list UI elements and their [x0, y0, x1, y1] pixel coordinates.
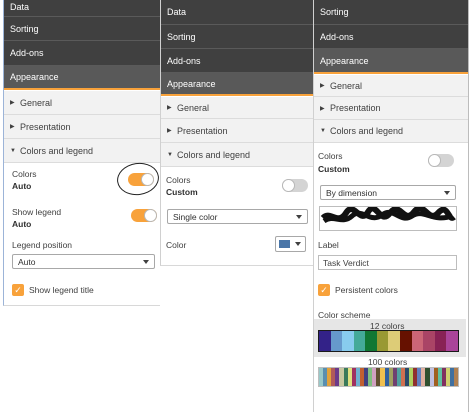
colors-auto-toggle[interactable]	[428, 154, 454, 167]
scheme-color-swatch	[446, 331, 458, 351]
scheme-color-swatch	[400, 331, 412, 351]
expand-arrow-icon: ▶	[320, 105, 325, 112]
dropdown-value: Single color	[173, 211, 218, 222]
tab-add-ons[interactable]: Add-ons	[314, 25, 468, 49]
persistent-colors-checkbox[interactable]: ✓	[318, 284, 330, 296]
tab-sorting[interactable]: Sorting	[314, 0, 468, 25]
collapse-arrow-icon: ▼	[320, 128, 326, 134]
color-picker-button[interactable]	[275, 236, 306, 252]
scheme-color-swatch	[319, 331, 331, 351]
persistent-colors-label: Persistent colors	[335, 285, 398, 295]
toggle-knob	[282, 179, 295, 192]
section-label: General	[20, 97, 53, 108]
section-label: Presentation	[20, 121, 71, 132]
properties-panel-auto: Data Sorting Add-ons Appearance ▶ Genera…	[3, 0, 160, 306]
tab-data[interactable]: Data	[161, 0, 314, 25]
show-legend-title-label: Show legend title	[29, 285, 94, 295]
toggle-knob	[428, 154, 441, 167]
color-mode-dropdown[interactable]: Single color	[167, 209, 308, 224]
colors-label: Colors	[12, 169, 37, 179]
expand-arrow-icon: ▶	[167, 105, 172, 111]
colors-auto-toggle[interactable]	[282, 179, 308, 192]
section-presentation[interactable]: ▶ Presentation	[4, 115, 160, 139]
show-legend-toggle[interactable]	[131, 209, 157, 222]
color-swatch	[279, 240, 290, 248]
section-label: Colors and legend	[330, 126, 404, 136]
scheme-color-stripe	[454, 368, 459, 386]
tab-appearance[interactable]: Appearance	[161, 73, 314, 96]
section-label: General	[330, 80, 363, 91]
dropdown-caret-icon	[444, 191, 450, 195]
section-general[interactable]: ▶ General	[161, 97, 314, 119]
color-label: Color	[166, 240, 187, 250]
tab-sorting[interactable]: Sorting	[4, 17, 160, 41]
section-label: Colors and legend	[177, 149, 251, 160]
scheme-color-swatch	[411, 331, 424, 351]
colors-label: Colors	[166, 175, 191, 185]
section-label: Colors and legend	[20, 145, 94, 156]
section-label: General	[177, 102, 210, 113]
dropdown-caret-icon	[143, 260, 149, 264]
scheme-color-swatch	[365, 331, 377, 351]
section-presentation[interactable]: ▶ Presentation	[314, 97, 468, 120]
scheme-100-label: 100 colors	[368, 357, 408, 367]
expand-arrow-icon: ▶	[10, 100, 15, 106]
expand-arrow-icon: ▶	[167, 128, 172, 134]
properties-panel-single-color: Data Sorting Add-ons Appearance ▶ Genera…	[160, 0, 315, 266]
collapse-arrow-icon: ▼	[167, 151, 173, 158]
section-general[interactable]: ▶ General	[4, 91, 160, 115]
scheme-color-swatch	[342, 331, 354, 351]
tab-sorting[interactable]: Sorting	[161, 25, 314, 49]
dropdown-caret-icon	[295, 242, 301, 246]
toggle-knob	[144, 209, 157, 222]
collapse-arrow-icon: ▼	[10, 147, 16, 154]
colors-value: Custom	[318, 164, 350, 174]
checkmark-icon: ✓	[14, 285, 22, 295]
colors-value: Custom	[166, 187, 198, 197]
show-legend-label: Show legend	[12, 207, 62, 217]
show-legend-value: Auto	[12, 219, 32, 229]
scheme-12-colors[interactable]	[318, 330, 459, 352]
dropdown-value: By dimension	[326, 187, 378, 198]
scheme-color-swatch	[388, 331, 401, 351]
dimension-select-redacted[interactable]	[319, 206, 457, 231]
label-input[interactable]: Task Verdict	[318, 255, 457, 270]
section-label: Presentation	[177, 125, 228, 136]
scheme-color-swatch	[353, 331, 366, 351]
tab-add-ons[interactable]: Add-ons	[161, 49, 314, 73]
dropdown-caret-icon	[296, 215, 302, 219]
section-colors-and-legend[interactable]: ▼ Colors and legend	[314, 120, 468, 143]
section-label: Presentation	[330, 103, 381, 113]
section-general[interactable]: ▶ General	[314, 75, 468, 97]
redaction-scribble	[320, 207, 456, 224]
scheme-color-swatch	[423, 331, 435, 351]
expand-arrow-icon: ▶	[10, 124, 15, 130]
legend-position-dropdown[interactable]: Auto	[12, 254, 155, 269]
expand-arrow-icon: ▶	[320, 83, 325, 89]
section-colors-and-legend[interactable]: ▼ Colors and legend	[161, 143, 314, 167]
properties-panel-by-dimension: Sorting Add-ons Appearance ▶ General ▶ P…	[313, 0, 469, 412]
tab-appearance[interactable]: Appearance	[314, 49, 468, 74]
tab-add-ons[interactable]: Add-ons	[4, 41, 160, 66]
dropdown-value: Auto	[18, 256, 36, 267]
colors-label: Colors	[318, 151, 343, 161]
show-legend-title-checkbox[interactable]: ✓	[12, 284, 24, 296]
label-input-value: Task Verdict	[323, 257, 369, 268]
colors-value: Auto	[12, 181, 32, 191]
section-presentation[interactable]: ▶ Presentation	[161, 119, 314, 143]
scheme-color-swatch	[376, 331, 389, 351]
color-mode-dropdown[interactable]: By dimension	[320, 185, 456, 200]
checkmark-icon: ✓	[320, 285, 328, 295]
scheme-color-swatch	[330, 331, 343, 351]
tab-appearance[interactable]: Appearance	[4, 66, 160, 90]
legend-position-label: Legend position	[12, 240, 73, 250]
scheme-color-swatch	[434, 331, 447, 351]
section-colors-and-legend[interactable]: ▼ Colors and legend	[4, 139, 160, 163]
scheme-100-colors[interactable]	[318, 367, 459, 387]
label-label: Label	[318, 240, 339, 250]
tab-data[interactable]: Data	[4, 0, 160, 17]
